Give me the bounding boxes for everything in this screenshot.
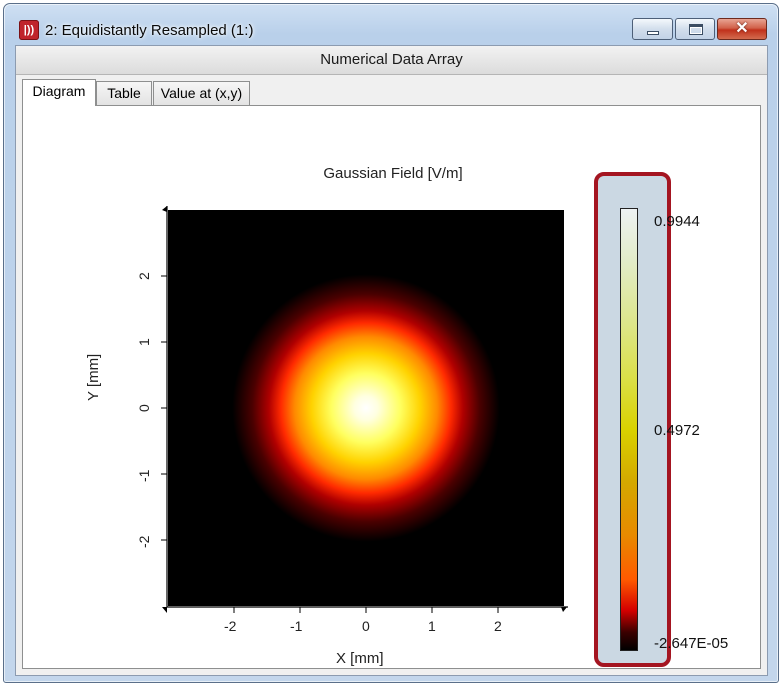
y-tick-label: 0	[136, 404, 152, 412]
tab-table[interactable]: Table	[96, 81, 152, 105]
y-tick-label: -1	[136, 469, 152, 482]
x-tick-label: 1	[428, 618, 436, 634]
header-title: Numerical Data Array	[16, 46, 767, 75]
x-tick-label: 0	[362, 618, 370, 634]
maximize-icon	[689, 24, 703, 35]
colorbar	[620, 208, 638, 651]
y-tick-label: -2	[136, 535, 152, 548]
tab-value-at-xy[interactable]: Value at (x,y)	[153, 81, 250, 105]
diagram-panel: Gaussian Field [V/m] X [mm] Y [mm] -2 -1 0…	[22, 105, 761, 669]
title-bar[interactable]: |)) 2: Equidistantly Resampled (1:) ✕	[4, 4, 778, 44]
x-axis-label: X [mm]	[336, 650, 384, 667]
application-icon[interactable]: |))	[19, 20, 39, 40]
y-axis-label: Y [mm]	[85, 353, 102, 401]
window: |)) 2: Equidistantly Resampled (1:) ✕ Nu…	[3, 3, 779, 683]
x-tick-label: -2	[224, 618, 237, 634]
window-title: 2: Equidistantly Resampled (1:)	[45, 22, 254, 39]
y-tick-label: 1	[136, 338, 152, 346]
y-tick-label: 2	[136, 272, 152, 280]
maximize-button[interactable]	[675, 18, 715, 40]
x-tick-label: 2	[494, 618, 502, 634]
colorbar-mid-label: 0.4972	[654, 422, 700, 439]
colorbar-max-label: 0.9944	[654, 213, 700, 230]
close-icon: ✕	[735, 20, 749, 37]
colorbar-min-label: -2.647E-05	[654, 635, 729, 652]
minimize-button[interactable]	[632, 18, 673, 40]
minimize-icon	[647, 31, 659, 35]
x-tick-label: -1	[290, 618, 303, 634]
tab-diagram[interactable]: Diagram	[22, 79, 96, 106]
y-axis-end-mark	[162, 206, 167, 212]
x-axis-end-mark	[561, 607, 567, 612]
client-area: Numerical Data Array Diagram Table Value…	[15, 45, 768, 676]
origin-corner-mark	[162, 607, 167, 613]
close-button[interactable]: ✕	[717, 18, 767, 40]
